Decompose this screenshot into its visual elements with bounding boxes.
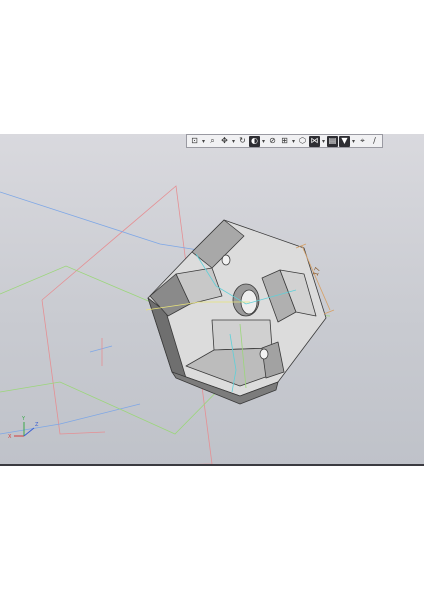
view-toolbar: ⊡ ▾ ⌕ ✥ ▾ ↻ ◐ ▾ ⊘ ⊞ ▾ ⬡ ⋈ ▾ ▤ ▼ ▾ ⌖ ∕ xyxy=(186,134,383,148)
axis-z-label: Z xyxy=(35,422,39,428)
layers-button[interactable]: ▤ xyxy=(327,135,338,147)
view-orientation-button[interactable]: ⊡ xyxy=(189,136,200,147)
perspective-button[interactable]: ⬡ xyxy=(297,136,308,147)
dropdown-arrow-icon[interactable]: ▾ xyxy=(201,138,206,145)
model-canvas[interactable]: 17 X Y Z xyxy=(0,134,424,466)
section-button[interactable]: ⊘ xyxy=(267,136,278,147)
dimension-ext-2 xyxy=(323,309,335,315)
dropdown-arrow-icon[interactable]: ▾ xyxy=(231,138,236,145)
dropdown-arrow-icon[interactable]: ▾ xyxy=(321,138,326,145)
zoom-window-button[interactable]: ⌕ xyxy=(207,136,218,147)
dropdown-arrow-icon[interactable]: ▾ xyxy=(261,138,266,145)
pan-button[interactable]: ✥ xyxy=(219,136,230,147)
origin-x-line xyxy=(89,345,113,353)
axis-x-label: X xyxy=(8,434,12,440)
rotate-button[interactable]: ↻ xyxy=(237,136,248,147)
measure-button[interactable]: ∕ xyxy=(369,136,380,147)
dropdown-arrow-icon[interactable]: ▾ xyxy=(291,138,296,145)
grid-button[interactable]: ⊞ xyxy=(279,136,290,147)
axis-y-label: Y xyxy=(21,416,26,422)
part-model[interactable] xyxy=(147,219,327,405)
dimension-value: 17 xyxy=(312,266,323,277)
3d-viewport[interactable]: 17 X Y Z xyxy=(0,134,424,466)
dropdown-arrow-icon[interactable]: ▾ xyxy=(351,138,356,145)
constraints-button[interactable]: ⋈ xyxy=(309,135,320,147)
plane-red-edge xyxy=(41,299,106,435)
snap-button[interactable]: ⌖ xyxy=(357,136,368,147)
bottom-pocket-hole xyxy=(259,348,269,360)
left-pocket-hole xyxy=(221,254,231,266)
viewport-bottom-border xyxy=(0,464,424,466)
filter-button[interactable]: ▼ xyxy=(339,135,350,147)
display-style-button[interactable]: ◐ xyxy=(249,135,260,147)
